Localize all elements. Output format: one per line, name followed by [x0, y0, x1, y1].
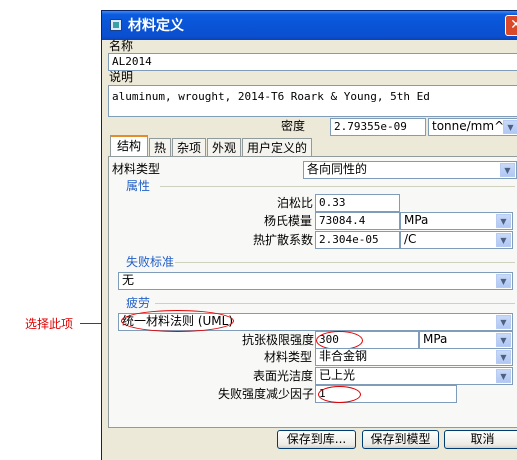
chevron-down-icon: ▼	[500, 163, 515, 177]
density-unit-select[interactable]: tonne/mm^3 ▼	[428, 118, 517, 136]
thermal-unit-select[interactable]: /C ▼	[400, 231, 513, 249]
tensile-unit-value: MPa	[423, 332, 448, 346]
save-to-library-button[interactable]: 保存到库...	[277, 430, 356, 449]
chevron-down-icon: ▼	[496, 233, 511, 247]
fatigue-material-type-label: 材料类型	[264, 350, 313, 364]
material-type-value: 各向同性的	[307, 162, 368, 176]
annotation-label: 选择此项	[25, 317, 74, 331]
tab-thermal[interactable]: 热	[149, 138, 171, 158]
name-field[interactable]: AL2014	[108, 53, 517, 71]
poisson-label: 泊松比	[277, 196, 314, 210]
tab-appearance[interactable]: 外观	[207, 138, 241, 158]
annotation-ellipse-reduction	[318, 386, 361, 403]
fatigue-divider	[155, 303, 515, 304]
density-label: 密度	[281, 119, 306, 133]
failure-criteria-value: 无	[122, 273, 135, 287]
close-icon[interactable]: ✕	[505, 15, 517, 36]
save-to-model-button[interactable]: 保存到模型	[362, 430, 439, 449]
annotation-ellipse-method	[121, 310, 234, 332]
description-field[interactable]: aluminum, wrought, 2014-T6 Roark & Young…	[108, 85, 517, 117]
chevron-down-icon: ▼	[496, 214, 511, 228]
material-type-select[interactable]: 各向同性的 ▼	[303, 161, 517, 179]
tensile-unit-select[interactable]: MPa ▼	[419, 331, 513, 349]
name-label: 名称	[109, 39, 134, 53]
reduction-factor-label: 失败强度减少因子	[218, 387, 315, 401]
youngs-unit-select[interactable]: MPa ▼	[400, 212, 513, 230]
thermal-unit-value: /C	[404, 232, 417, 246]
density-field[interactable]: 2.79355e-09	[330, 118, 426, 136]
fatigue-material-type-value: 非合金钢	[319, 349, 368, 363]
chevron-down-icon: ▼	[496, 350, 511, 364]
surface-finish-label: 表面光洁度	[253, 369, 314, 383]
youngs-modulus-label: 杨氏模量	[264, 214, 313, 228]
fatigue-group-title: 疲劳	[126, 296, 151, 310]
youngs-modulus-field[interactable]: 73084.4	[315, 212, 400, 230]
description-label: 说明	[109, 70, 134, 84]
failure-criteria-select[interactable]: 无 ▼	[118, 272, 513, 290]
youngs-unit-value: MPa	[404, 213, 429, 227]
failure-divider	[175, 262, 515, 263]
chevron-down-icon: ▼	[496, 274, 511, 288]
properties-divider	[160, 186, 515, 187]
properties-group-title: 属性	[126, 179, 151, 193]
thermal-expansion-label: 热扩散系数	[253, 233, 314, 247]
tab-user-defined[interactable]: 用户定义的	[242, 138, 312, 158]
cancel-button[interactable]: 取消	[444, 430, 517, 449]
poisson-field[interactable]: 0.33	[315, 194, 400, 212]
tab-misc[interactable]: 杂项	[172, 138, 206, 158]
tab-structure[interactable]: 结构	[110, 135, 148, 157]
window-title: 材料定义	[128, 18, 184, 34]
chevron-down-icon: ▼	[496, 369, 511, 383]
tensile-strength-label: 抗张极限强度	[242, 333, 315, 347]
chevron-down-icon: ▼	[503, 120, 517, 134]
fatigue-material-type-select[interactable]: 非合金钢 ▼	[315, 348, 513, 366]
material-type-label: 材料类型	[112, 162, 161, 176]
density-unit-value: tonne/mm^3	[432, 119, 512, 133]
chevron-down-icon: ▼	[496, 315, 511, 329]
surface-finish-select[interactable]: 已上光 ▼	[315, 367, 513, 385]
failure-group-title: 失败标准	[126, 255, 175, 269]
surface-finish-value: 已上光	[319, 368, 356, 382]
chevron-down-icon: ▼	[496, 333, 511, 347]
thermal-expansion-field[interactable]: 2.304e-05	[315, 231, 400, 249]
material-window-icon	[110, 19, 122, 31]
